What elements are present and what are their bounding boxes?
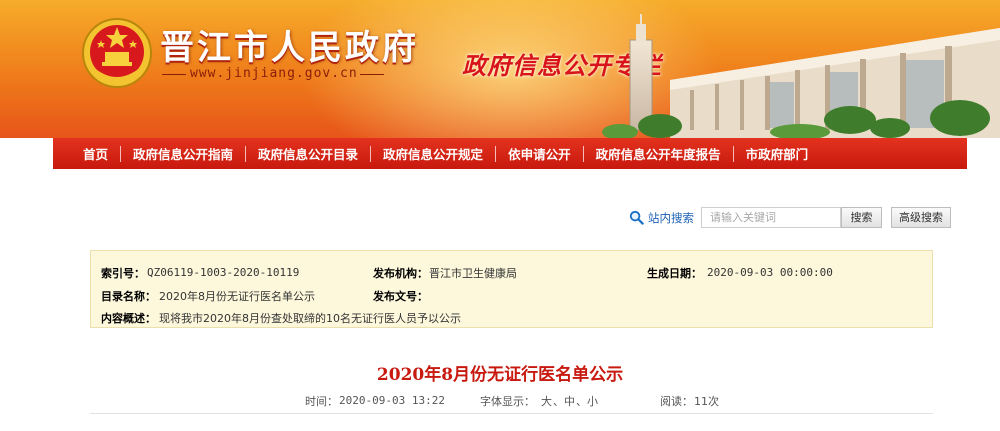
index-label: 索引号：: [101, 267, 145, 280]
time-value: 2020-09-03 13:22: [339, 394, 445, 407]
font-large-link[interactable]: 大: [541, 393, 552, 409]
summary-label: 内容概述：: [101, 312, 156, 325]
font-small-link[interactable]: 小: [587, 393, 598, 409]
search-input[interactable]: [701, 207, 841, 228]
search-button[interactable]: 搜索: [841, 207, 882, 228]
views-label: 阅读：: [660, 395, 693, 408]
advanced-search-button[interactable]: 高级搜索: [891, 207, 951, 228]
catalog-value: 2020年8月份无证行医名单公示: [159, 290, 315, 303]
nav-item-guide[interactable]: 政府信息公开指南: [121, 144, 245, 163]
publisher-label: 发布机构：: [373, 267, 428, 280]
font-size-label: 字体显示：: [480, 395, 535, 408]
title-divider: [90, 413, 933, 414]
search-label: 站内搜索: [648, 211, 694, 225]
search-bar: 站内搜索 搜索 高级搜索: [0, 207, 1000, 229]
index-value: QZ06119-1003-2020-10119: [147, 266, 300, 279]
search-icon[interactable]: [629, 210, 644, 225]
document-metadata: 索引号： QZ06119-1003-2020-10119 发布机构： 晋江市卫生…: [90, 250, 933, 328]
publisher-value: 晋江市卫生健康局: [429, 267, 517, 280]
font-sep: 、: [576, 395, 587, 408]
nav-item-annual-report[interactable]: 政府信息公开年度报告: [584, 144, 733, 163]
doc-number-label: 发布文号：: [373, 290, 428, 303]
nav-item-home[interactable]: 首页: [71, 144, 120, 163]
nav-item-catalog[interactable]: 政府信息公开目录: [246, 144, 370, 163]
catalog-label: 目录名称：: [101, 290, 156, 303]
date-label: 生成日期：: [647, 267, 702, 280]
url-divider-right: [360, 74, 384, 75]
city-hall-building: [602, 14, 1000, 138]
nav-item-application[interactable]: 依申请公开: [496, 144, 583, 163]
summary-value: 现将我市2020年8月份查处取缔的10名无证行医人员予以公示: [159, 312, 461, 325]
article-title: 2020年8月份无证行医名单公示: [376, 365, 624, 385]
site-url: www.jinjiang.gov.cn: [190, 66, 358, 81]
url-divider-left: [162, 74, 186, 75]
font-medium-link[interactable]: 中: [564, 393, 575, 409]
national-emblem-icon: [82, 18, 152, 88]
date-value: 2020-09-03 00:00:00: [707, 266, 833, 279]
views-value: 11次: [694, 395, 719, 408]
site-title: 晋江市人民政府: [160, 28, 419, 68]
header-banner: 晋江市人民政府 www.jinjiang.gov.cn 政府信息公开专栏: [0, 0, 1000, 138]
nav-item-regulations[interactable]: 政府信息公开规定: [371, 144, 495, 163]
main-nav: 首页 政府信息公开指南 政府信息公开目录 政府信息公开规定 依申请公开 政府信息…: [53, 138, 967, 169]
font-sep: 、: [553, 395, 564, 408]
time-label: 时间：: [305, 395, 338, 408]
nav-item-departments[interactable]: 市政府部门: [734, 144, 821, 163]
